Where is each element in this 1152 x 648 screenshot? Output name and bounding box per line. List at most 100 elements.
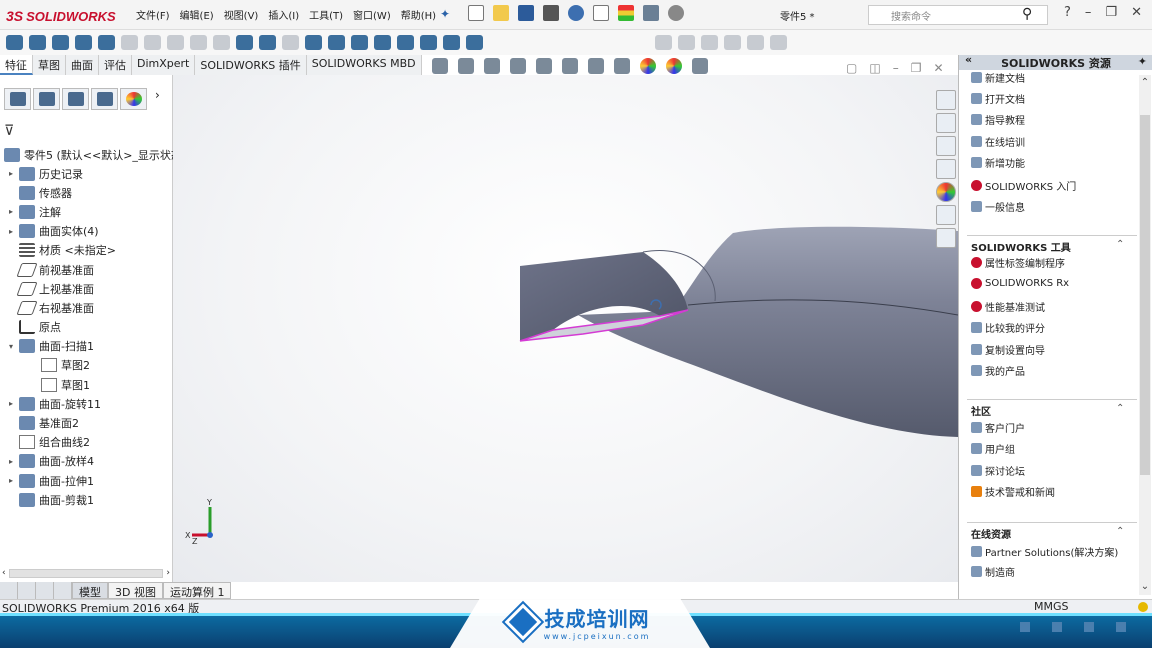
menu-item[interactable]: 文件(F): [136, 7, 170, 22]
tree-root-part[interactable]: 零件5 (默认<<默认>_显示状态: [4, 145, 182, 164]
command-tab[interactable]: DimXpert: [132, 55, 196, 75]
expand-arrow-icon[interactable]: ▸: [6, 169, 16, 178]
tray-icon-1[interactable]: [1020, 622, 1030, 632]
open-folder-icon[interactable]: [493, 5, 509, 21]
menu-item[interactable]: 窗口(W): [353, 7, 391, 22]
expand-arrow-icon[interactable]: ▸: [6, 207, 16, 216]
revolved-surface-icon[interactable]: [29, 35, 46, 50]
minimize-icon[interactable]: –: [1085, 5, 1092, 20]
tree-item[interactable]: 草图1: [0, 375, 173, 394]
task-pane-link[interactable]: 制造商: [971, 564, 1015, 579]
section-title[interactable]: 社区 ⌃: [971, 403, 1124, 418]
view-settings-icon[interactable]: [692, 58, 708, 74]
task-pane-link[interactable]: SOLIDWORKS Rx: [971, 278, 1069, 289]
tree-item[interactable]: 前视基准面: [0, 260, 173, 279]
hide-show-items-icon[interactable]: [614, 58, 630, 74]
horizontal-scrollbar[interactable]: ‹ ›: [2, 567, 170, 579]
scroll-left-icon[interactable]: ‹: [2, 568, 6, 578]
graphics-area[interactable]: ▢ ◫ – ❐ ✕: [173, 61, 958, 582]
tree-item[interactable]: ▸ 曲面-放样4: [0, 452, 173, 471]
tree-item[interactable]: ▸ 曲面-拉伸1: [0, 471, 173, 490]
tree-item[interactable]: 右视基准面: [0, 298, 173, 317]
restore-icon[interactable]: ❐: [1105, 5, 1117, 20]
split-line-icon[interactable]: [443, 35, 460, 50]
expand-arrow-icon[interactable]: ▸: [6, 457, 16, 466]
task-pane-link[interactable]: 用户组: [971, 441, 1015, 456]
forum-icon[interactable]: [936, 228, 956, 248]
tab-display-manager[interactable]: [120, 88, 147, 110]
tab-nav-arrow-icon[interactable]: [0, 582, 18, 599]
collapse-section-icon[interactable]: ⌃: [1116, 239, 1124, 250]
filter-icon[interactable]: ⊽: [4, 123, 22, 139]
tree-item[interactable]: 组合曲线2: [0, 433, 173, 452]
custom-properties-icon[interactable]: [936, 205, 956, 225]
dynamic-annotation-icon[interactable]: [536, 58, 552, 74]
task-pane-link[interactable]: 一般信息: [971, 199, 1025, 214]
chevron-right-icon[interactable]: ›: [155, 88, 160, 112]
task-pane-link[interactable]: 在线培训: [971, 134, 1025, 149]
curves-icon[interactable]: [282, 35, 299, 50]
scroll-right-icon[interactable]: ›: [166, 568, 170, 578]
reference-geometry-icon[interactable]: [259, 35, 276, 50]
gfx-minimize-icon[interactable]: –: [893, 61, 899, 75]
planar-surface-icon[interactable]: [167, 35, 184, 50]
bottom-tab[interactable]: 运动算例 1: [162, 582, 232, 599]
close-icon[interactable]: ✕: [1131, 5, 1142, 20]
filled-surface-icon[interactable]: [121, 35, 138, 50]
command-tab[interactable]: 评估: [99, 55, 132, 75]
tray-icon-2[interactable]: [1052, 622, 1062, 632]
command-search-input[interactable]: 搜索命令: [868, 5, 1048, 25]
gfx-split-icon[interactable]: ◫: [869, 61, 880, 75]
file-properties-icon[interactable]: [643, 5, 659, 21]
select-cursor-icon[interactable]: [593, 5, 609, 21]
untrim-surface-icon[interactable]: [351, 35, 368, 50]
command-tab[interactable]: SOLIDWORKS MBD: [306, 55, 422, 75]
bottom-tab[interactable]: 3D 视图: [108, 582, 163, 599]
radiate-surface-icon[interactable]: [747, 35, 764, 50]
expand-arrow-icon[interactable]: ▸: [6, 227, 16, 236]
tree-item[interactable]: ▸ 曲面-旋转11: [0, 394, 173, 413]
task-pane-link[interactable]: 新增功能: [971, 155, 1025, 170]
collapse-section-icon[interactable]: ⌃: [1116, 403, 1124, 414]
home-icon[interactable]: [936, 90, 956, 110]
gfx-restore-icon[interactable]: ❐: [911, 61, 922, 75]
undo-icon[interactable]: [568, 5, 584, 21]
zoom-to-fit-icon[interactable]: [432, 58, 448, 74]
task-pane-link[interactable]: Partner Solutions(解决方案): [971, 544, 1118, 559]
tree-item[interactable]: ▸ 历史记录: [0, 164, 173, 183]
thicken-icon[interactable]: [655, 35, 672, 50]
scroll-track[interactable]: [8, 568, 164, 578]
tree-item[interactable]: 材质 <未指定>: [0, 241, 173, 260]
task-pane-link[interactable]: 复制设置向导: [971, 342, 1045, 357]
tab-nav-arrow-icon[interactable]: [54, 582, 72, 599]
design-library-icon[interactable]: [936, 113, 956, 133]
scroll-thumb[interactable]: [1140, 115, 1150, 475]
task-pane-link[interactable]: 性能基准测试: [971, 299, 1045, 314]
tree-item[interactable]: ▸ 曲面实体(4): [0, 222, 173, 241]
model-view[interactable]: [173, 75, 958, 582]
tree-item[interactable]: ▾ 曲面-扫描1: [0, 337, 173, 356]
tab-configuration-manager[interactable]: [62, 88, 89, 110]
rebuild-status-icon[interactable]: [1138, 602, 1148, 612]
section-title[interactable]: SOLIDWORKS 工具 ⌃: [971, 239, 1124, 254]
tab-feature-manager[interactable]: [4, 88, 31, 110]
lofted-surface-icon[interactable]: [75, 35, 92, 50]
collapse-pane-icon[interactable]: «: [965, 53, 972, 66]
tab-property-manager[interactable]: [33, 88, 60, 110]
menu-item[interactable]: 插入(I): [268, 7, 299, 22]
view-palette-icon[interactable]: [936, 159, 956, 179]
gfx-tile-icon[interactable]: ▢: [846, 61, 857, 75]
task-pane-link[interactable]: 属性标签编制程序: [971, 255, 1065, 270]
task-pane-link[interactable]: 我的产品: [971, 363, 1025, 378]
command-tab[interactable]: 特征: [0, 55, 33, 75]
tree-item[interactable]: 传感器: [0, 183, 173, 202]
tray-icon-3[interactable]: [1084, 622, 1094, 632]
task-pane-link[interactable]: 技术警戒和新闻: [971, 484, 1055, 499]
replace-face-icon[interactable]: [420, 35, 437, 50]
tree-item[interactable]: 草图2: [0, 356, 173, 375]
expand-arrow-icon[interactable]: ▸: [6, 476, 16, 485]
save-icon[interactable]: [518, 5, 534, 21]
new-document-icon[interactable]: [468, 5, 484, 21]
task-pane-link[interactable]: SOLIDWORKS 入门: [971, 178, 1076, 193]
collapse-arrow-icon[interactable]: ▾: [6, 342, 16, 351]
